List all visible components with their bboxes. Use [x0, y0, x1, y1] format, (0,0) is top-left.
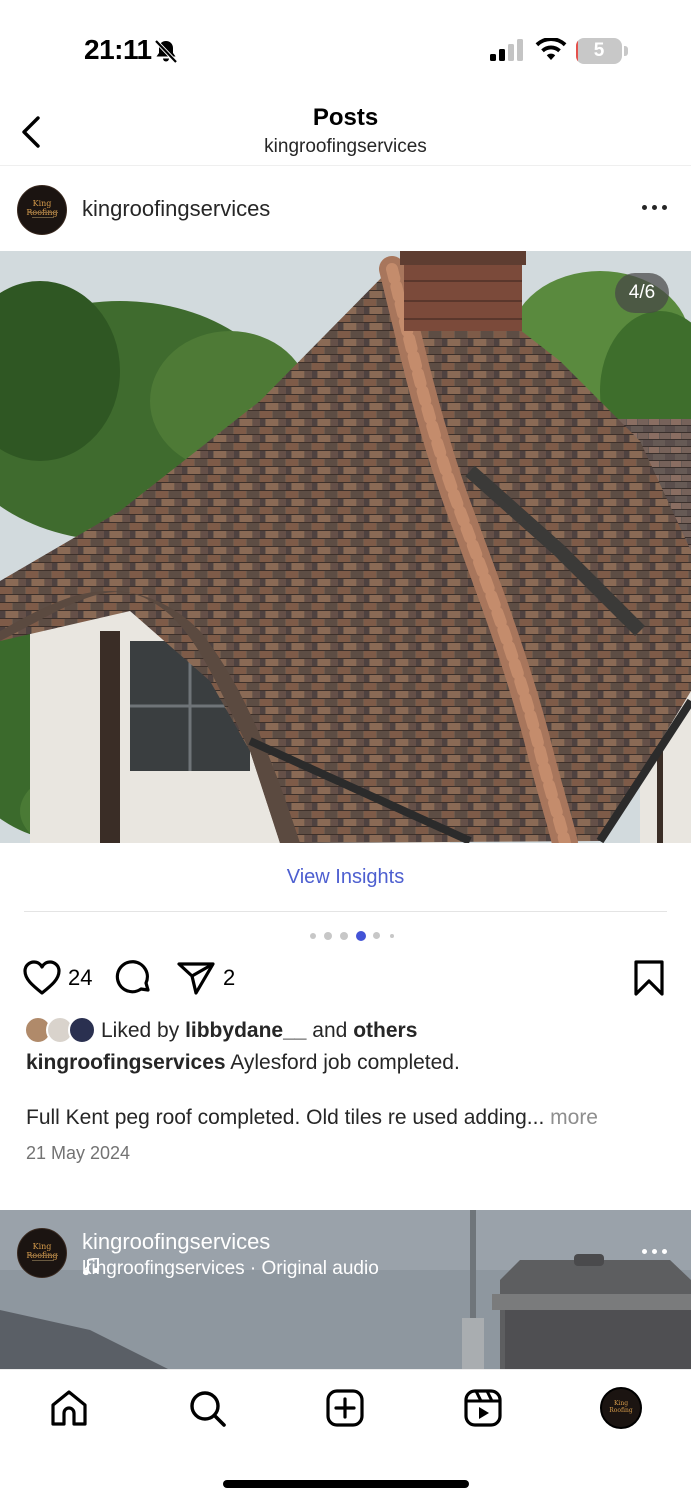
comment-icon[interactable] [115, 959, 153, 997]
more-options-button[interactable] [640, 196, 670, 220]
divider [24, 911, 667, 912]
page-subtitle: kingroofingservices [264, 136, 427, 157]
carousel-dots [310, 930, 400, 942]
music-note-icon [83, 1258, 99, 1276]
post-actions: 24 2 [0, 955, 691, 1001]
post-date: 21 May 2024 [26, 1143, 131, 1163]
roof-photo [0, 251, 691, 843]
profile-avatar[interactable]: King Roofing [600, 1387, 642, 1429]
view-insights-link[interactable]: View Insights [0, 866, 691, 889]
avatar[interactable]: King Roofing [17, 1228, 67, 1278]
like-count[interactable]: 24 [68, 965, 92, 991]
caption-username[interactable]: kingroofingservices [26, 1051, 226, 1074]
post-image[interactable]: 4/6 [0, 251, 691, 843]
home-icon[interactable] [49, 1388, 89, 1428]
post-header: King Roofing kingroofingservices [0, 168, 691, 250]
carousel-dot [373, 932, 380, 939]
liker-avatar [68, 1016, 96, 1044]
page-title: Posts [312, 104, 379, 131]
caption-continued: Full Kent peg roof completed. Old tiles … [26, 1106, 676, 1130]
avatar-logo-text: King Roofing [26, 199, 57, 217]
next-post-audio[interactable]: kingroofingservices · Original audio [82, 1258, 379, 1280]
home-indicator [223, 1480, 469, 1488]
wifi-icon [535, 38, 567, 60]
bell-slash-icon [154, 39, 178, 64]
bookmark-icon[interactable] [632, 959, 666, 997]
liked-by-user[interactable]: libbydane__ [185, 1019, 306, 1042]
caption: kingroofingservices Aylesford job comple… [26, 1050, 666, 1076]
next-post-username[interactable]: kingroofingservices [82, 1229, 270, 1255]
battery-icon: 5 [576, 38, 628, 64]
next-post-more-button[interactable] [640, 1240, 670, 1264]
carousel-dot [390, 934, 394, 938]
next-post[interactable]: King Roofing kingroofingservices kingroo… [0, 1210, 691, 1370]
share-count[interactable]: 2 [223, 965, 235, 991]
heart-icon[interactable] [22, 959, 62, 997]
avatar[interactable]: King Roofing [17, 185, 67, 235]
carousel-dot-active [356, 931, 366, 941]
signal-icon [490, 39, 523, 61]
post-username[interactable]: kingroofingservices [82, 196, 270, 222]
avatar-logo-text: King Roofing [26, 1242, 57, 1260]
carousel-dot [310, 933, 316, 939]
reels-icon[interactable] [463, 1388, 503, 1428]
caption-second-line: Full Kent peg roof completed. Old tiles … [26, 1106, 545, 1129]
share-icon[interactable] [176, 959, 216, 997]
posts-header: Posts kingroofingservices [0, 100, 691, 166]
image-counter-badge: 4/6 [615, 273, 669, 313]
caption-text: Aylesford job completed. [230, 1051, 460, 1074]
battery-level: 5 [593, 40, 605, 61]
liked-by-row[interactable]: Liked by libbydane__ and others [24, 1016, 664, 1046]
create-icon[interactable] [325, 1388, 365, 1428]
liked-by-text: Liked by libbydane__ and others [101, 1019, 418, 1042]
status-bar: 21:11 5 [0, 0, 691, 100]
search-icon[interactable] [187, 1388, 227, 1428]
caption-more-link[interactable]: more [550, 1106, 598, 1129]
status-time: 21:11 [84, 34, 152, 65]
profile-avatar-text: King Roofing [609, 1400, 633, 1414]
carousel-dot [324, 932, 332, 940]
carousel-dot [340, 932, 348, 940]
liked-by-others[interactable]: others [353, 1019, 417, 1042]
